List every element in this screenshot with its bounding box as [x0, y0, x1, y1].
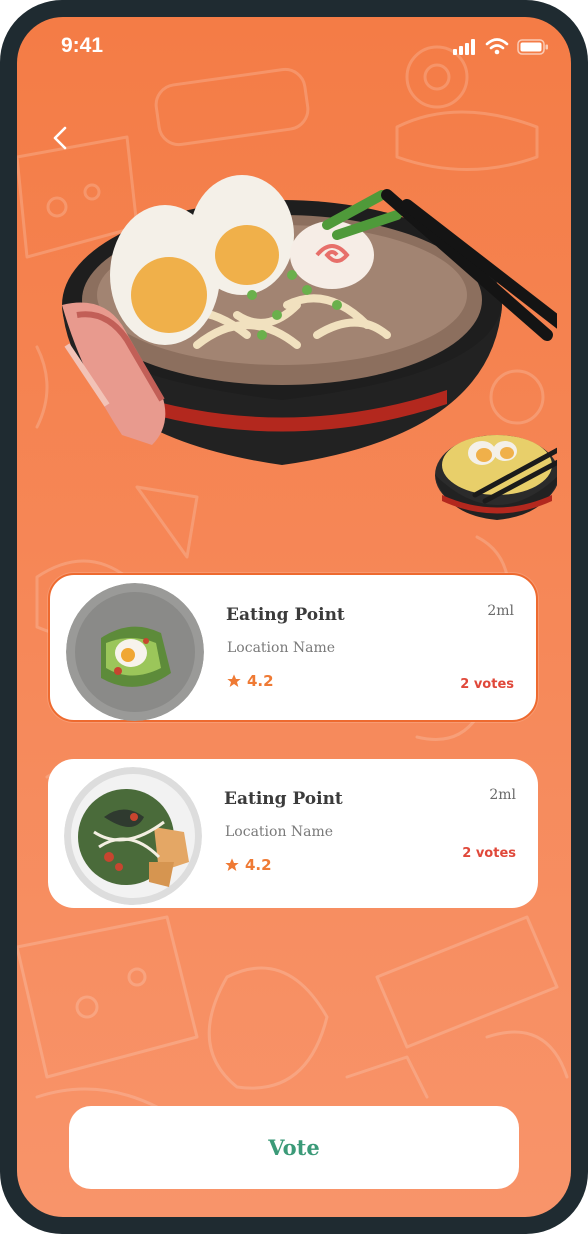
status-bar: 9:41	[17, 17, 571, 77]
place-votes: 2 votes	[460, 677, 514, 692]
place-location: Location Name	[227, 640, 336, 656]
cellular-signal-icon	[453, 38, 475, 55]
rating-value: 4.2	[247, 672, 274, 690]
place-rating: 4.2	[226, 672, 274, 690]
place-card[interactable]: Eating Point Location Name 4.2 2ml 2 vot…	[48, 759, 538, 908]
place-name: Eating Point	[226, 605, 345, 625]
place-location: Location Name	[225, 824, 334, 840]
place-rating: 4.2	[224, 856, 272, 874]
ramen-bowl-illustration	[62, 175, 557, 520]
place-name: Eating Point	[224, 789, 343, 809]
status-icons	[453, 38, 549, 55]
vote-button-label: Vote	[268, 1135, 320, 1160]
small-ramen-bowl-illustration	[435, 435, 557, 520]
battery-icon	[517, 38, 548, 55]
app-screen: 9:41 Eating Point Location Name 4.2 2ml …	[17, 17, 571, 1217]
place-distance: 2ml	[489, 787, 516, 803]
status-time: 9:41	[61, 34, 104, 57]
rating-value: 4.2	[245, 856, 272, 874]
phone-frame: 9:41 Eating Point Location Name 4.2 2ml …	[0, 0, 588, 1234]
avocado-toast-egg-dish	[66, 583, 204, 721]
vote-button[interactable]: Vote	[69, 1106, 519, 1189]
place-distance: 2ml	[487, 603, 514, 619]
wifi-icon	[485, 38, 509, 55]
place-votes: 2 votes	[462, 846, 516, 861]
place-card-selected[interactable]: Eating Point Location Name 4.2 2ml 2 vot…	[48, 573, 538, 722]
salad-with-chicken-dish	[64, 767, 202, 905]
star-icon	[225, 858, 239, 871]
star-icon	[227, 674, 241, 687]
chevron-left-icon[interactable]	[47, 123, 73, 153]
